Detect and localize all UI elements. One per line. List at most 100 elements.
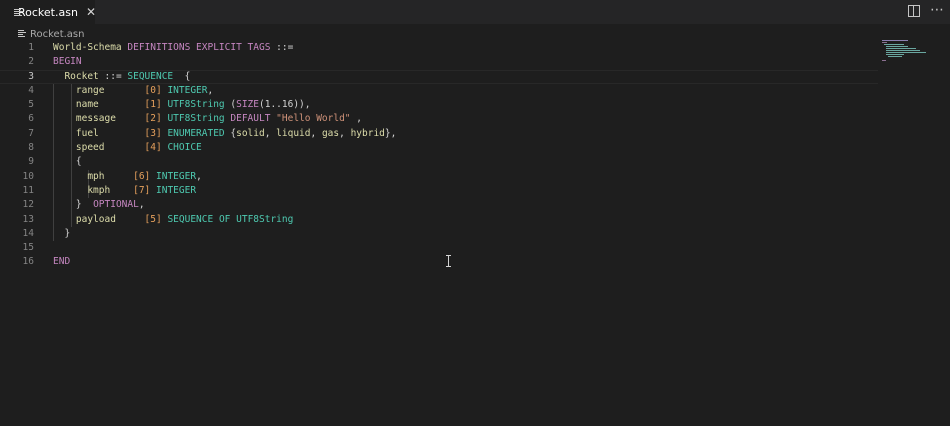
- tab-bar: Rocket.asn ✕ ⋯: [0, 0, 950, 24]
- code-line[interactable]: payload [5] SEQUENCE OF UTF8String: [53, 213, 873, 227]
- code-editor[interactable]: 1 2 3 4 5 6 7 8 9 10 11 12 13 14 15 16 World-Schema DEF…: [0, 41, 950, 426]
- code-line[interactable]: {: [53, 155, 873, 169]
- file-lines-icon: [18, 30, 26, 38]
- code-token: [1]: [144, 99, 162, 111]
- minimap[interactable]: [880, 40, 938, 64]
- line-number: 15: [22, 242, 34, 254]
- line-number: 16: [22, 256, 34, 268]
- code-line[interactable]: speed [4] CHOICE: [53, 141, 873, 155]
- more-actions-icon[interactable]: ⋯: [930, 3, 944, 17]
- code-token: fuel: [75, 127, 99, 139]
- code-token: (: [224, 99, 237, 111]
- close-icon[interactable]: ✕: [86, 5, 96, 19]
- code-line[interactable]: }: [53, 227, 873, 241]
- code-token: gas: [321, 127, 340, 139]
- line-number: 10: [22, 170, 34, 182]
- code-token: ,: [207, 84, 214, 96]
- code-line[interactable]: fuel [3] ENUMERATED {solid, liquid, gas,…: [53, 127, 873, 141]
- breadcrumb[interactable]: Rocket.asn: [18, 27, 84, 41]
- code-token: Rocket: [64, 70, 99, 82]
- code-token: DEFINITIONS: [127, 42, 191, 53]
- code-line[interactable]: range [0] INTEGER,: [53, 84, 873, 98]
- code-token: ,: [264, 127, 277, 139]
- line-number: 5: [28, 99, 34, 111]
- code-token: [0]: [144, 84, 162, 96]
- code-line[interactable]: World-Schema DEFINITIONS EXPLICIT TAGS :…: [53, 41, 873, 55]
- code-token: ,: [339, 127, 351, 139]
- line-number: 6: [28, 113, 34, 125]
- code-token: DEFAULT: [230, 113, 271, 125]
- breadcrumb-file[interactable]: Rocket.asn: [30, 29, 84, 40]
- code-token: [6]: [133, 170, 151, 182]
- code-token: SIZE: [236, 99, 259, 111]
- code-token: liquid: [276, 127, 311, 139]
- code-token: {: [75, 156, 82, 168]
- code-token: OPTIONAL: [93, 199, 139, 211]
- code-token: }: [64, 227, 71, 239]
- code-line[interactable]: BEGIN: [53, 55, 873, 69]
- code-token: [7]: [133, 184, 151, 196]
- line-number: 7: [28, 127, 34, 139]
- code-token: [3]: [144, 127, 162, 139]
- code-token: range: [75, 84, 105, 96]
- tab-rocket-asn[interactable]: Rocket.asn ✕: [0, 0, 96, 24]
- code-token: ,: [196, 170, 202, 182]
- line-number: 11: [22, 184, 34, 196]
- code-token: INTEGER: [167, 84, 208, 96]
- code-token: ,: [350, 113, 362, 125]
- line-number: 14: [22, 227, 34, 239]
- line-number: 9: [28, 156, 34, 168]
- code-line[interactable]: mph [6] INTEGER,: [53, 170, 873, 184]
- code-line[interactable]: } OPTIONAL,: [53, 198, 873, 212]
- code-token: kmph: [87, 184, 111, 196]
- code-token: ,: [310, 127, 322, 139]
- code-token: OF: [218, 213, 231, 225]
- code-line[interactable]: END: [53, 255, 873, 269]
- code-token: SEQUENCE: [127, 70, 174, 82]
- line-number: 2: [28, 56, 34, 68]
- editor-actions: ⋯: [908, 3, 944, 17]
- code-token: [2]: [144, 113, 162, 125]
- line-number-gutter: 1 2 3 4 5 6 7 8 9 10 11 12 13 14 15 16: [0, 41, 40, 270]
- code-token: ,: [138, 199, 145, 211]
- code-line[interactable]: message [2] UTF8String DEFAULT "Hello Wo…: [53, 112, 873, 126]
- code-token: BEGIN: [53, 56, 82, 68]
- split-editor-icon[interactable]: [908, 5, 920, 17]
- code-area[interactable]: World-Schema DEFINITIONS EXPLICIT TAGS :…: [0, 41, 878, 270]
- code-token: [4]: [144, 142, 162, 154]
- line-number: 1: [28, 42, 34, 53]
- code-line[interactable]: Rocket ::= SEQUENCE {: [0, 69, 878, 85]
- code-token: World-Schema: [53, 42, 122, 53]
- code-line[interactable]: [53, 241, 873, 255]
- code-token: END: [53, 256, 71, 268]
- code-token: UTF8String: [236, 213, 294, 225]
- code-token: [5]: [144, 213, 162, 225]
- vertical-scrollbar[interactable]: [940, 41, 950, 71]
- code-token: TAGS: [247, 42, 271, 53]
- code-line[interactable]: name [1] UTF8String (SIZE(1..16)),: [53, 98, 873, 112]
- code-token: CHOICE: [167, 142, 202, 154]
- line-number: 3: [28, 70, 34, 82]
- code-token: INTEGER: [156, 170, 197, 182]
- code-token: speed: [75, 142, 105, 154]
- line-number: 8: [28, 142, 34, 154]
- code-line[interactable]: kmph [7] INTEGER: [53, 184, 873, 198]
- line-number: 12: [22, 199, 34, 211]
- code-token: UTF8String: [167, 99, 225, 111]
